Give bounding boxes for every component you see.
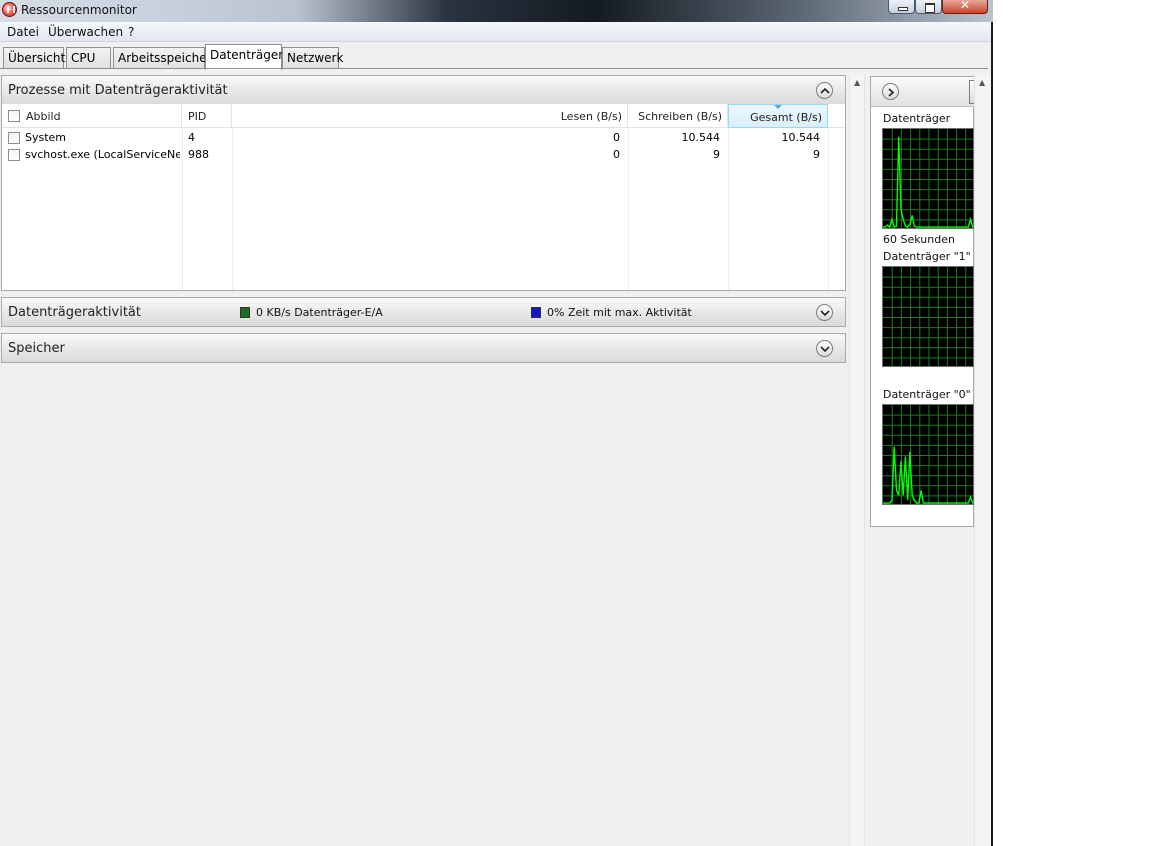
storage-section-header[interactable]: Speicher bbox=[1, 333, 846, 363]
toggle-graph-pane-button[interactable] bbox=[882, 83, 899, 100]
table-row[interactable]: System 4 0 10.544 10.544 bbox=[2, 129, 845, 146]
row-checkbox[interactable] bbox=[8, 132, 20, 144]
tab-overview[interactable]: Übersicht bbox=[3, 47, 65, 69]
graph-time-span: 60 Sekunden bbox=[883, 233, 955, 246]
graph-label-disk-1: Datenträger "1" (I bbox=[883, 250, 982, 263]
expand-button[interactable] bbox=[816, 304, 833, 321]
column-header-write[interactable]: Schreiben (B/s) bbox=[628, 104, 728, 128]
cell-total: 10.544 bbox=[781, 131, 821, 144]
column-header-read[interactable]: Lesen (B/s) bbox=[232, 104, 628, 128]
menu-help[interactable]: ? bbox=[128, 25, 134, 39]
tab-disk[interactable]: Datenträger bbox=[205, 44, 283, 70]
graph-disk bbox=[882, 128, 974, 229]
expand-button[interactable] bbox=[816, 340, 833, 357]
graph-pane-scrollbar[interactable]: ▲ bbox=[974, 74, 991, 846]
cell-pid: 988 bbox=[188, 148, 209, 161]
graph-disk-1 bbox=[882, 266, 974, 367]
graph-label-disk-0: Datenträger "0" (C bbox=[883, 388, 987, 401]
main-scrollbar[interactable]: ▲ bbox=[849, 74, 865, 846]
cell-image: svchost.exe (LocalServiceNet... bbox=[25, 148, 180, 161]
processes-table: Abbild PID Lesen (B/s) Schreiben (B/s) G… bbox=[1, 104, 846, 291]
minimize-button[interactable] bbox=[888, 0, 915, 14]
tab-memory[interactable]: Arbeitsspeicher bbox=[113, 47, 212, 69]
processes-section-header[interactable]: Prozesse mit Datenträgeraktivität bbox=[1, 75, 846, 105]
storage-section-title: Speicher bbox=[8, 341, 65, 356]
collapse-button[interactable] bbox=[816, 82, 833, 99]
window-title: Ressourcenmonitor bbox=[21, 3, 137, 17]
legend-swatch-io bbox=[240, 307, 250, 318]
legend-swatch-active-time bbox=[531, 307, 541, 318]
chevron-down-icon bbox=[820, 310, 830, 317]
sort-descending-icon bbox=[774, 105, 782, 109]
chevron-right-icon bbox=[888, 88, 895, 97]
cell-pid: 4 bbox=[188, 131, 195, 144]
tab-bar: Übersicht CPU Arbeitsspeicher Datenträge… bbox=[0, 42, 991, 70]
graph-label-disk: Datenträger bbox=[883, 112, 951, 125]
column-header-image[interactable]: Abbild bbox=[2, 104, 182, 128]
disk-activity-section-header[interactable]: Datenträgeraktivität 0 KB/s Datenträger-… bbox=[1, 297, 846, 327]
table-header: Abbild PID Lesen (B/s) Schreiben (B/s) G… bbox=[2, 104, 845, 128]
tab-divider bbox=[0, 68, 988, 69]
tab-network[interactable]: Netzwerk bbox=[282, 47, 343, 69]
resource-monitor-window: Ressourcenmonitor ✕ Datei Überwachen ? Ü… bbox=[0, 0, 993, 846]
select-all-checkbox[interactable] bbox=[8, 110, 20, 122]
cell-read: 0 bbox=[613, 148, 620, 161]
graph-disk-0 bbox=[882, 404, 974, 505]
legend-active-time-text: 0% Zeit mit max. Aktivität bbox=[547, 306, 692, 319]
menu-monitor[interactable]: Überwachen bbox=[48, 25, 123, 39]
row-checkbox[interactable] bbox=[8, 149, 20, 161]
title-bar: Ressourcenmonitor ✕ bbox=[0, 0, 993, 22]
tab-cpu[interactable]: CPU bbox=[66, 47, 111, 69]
maximize-button[interactable] bbox=[915, 0, 942, 14]
column-header-total[interactable]: Gesamt (B/s) bbox=[728, 104, 828, 128]
legend-io-text: 0 KB/s Datenträger-E/A bbox=[256, 306, 383, 319]
menu-file[interactable]: Datei bbox=[7, 25, 39, 39]
disk-activity-section-title: Datenträgeraktivität bbox=[8, 305, 141, 320]
chevron-up-icon bbox=[820, 87, 830, 94]
chevron-down-icon bbox=[820, 346, 830, 353]
cell-total: 9 bbox=[813, 148, 820, 161]
graph-pane: Datenträger 60 Sekunden Datenträger "1" … bbox=[866, 74, 991, 846]
graph-panel: Datenträger 60 Sekunden Datenträger "1" … bbox=[870, 76, 986, 527]
column-header-pid[interactable]: PID bbox=[182, 104, 232, 128]
menu-bar: Datei Überwachen ? bbox=[0, 22, 991, 42]
cell-write: 9 bbox=[713, 148, 720, 161]
scroll-up-icon[interactable]: ▲ bbox=[854, 78, 860, 87]
close-icon: ✕ bbox=[959, 0, 971, 12]
app-icon bbox=[2, 2, 17, 17]
scroll-up-icon[interactable]: ▲ bbox=[979, 78, 985, 87]
graph-panel-header bbox=[871, 77, 977, 107]
table-row[interactable]: svchost.exe (LocalServiceNet... 988 0 9 … bbox=[2, 146, 845, 163]
processes-section-title: Prozesse mit Datenträgeraktivität bbox=[8, 83, 228, 98]
close-button[interactable]: ✕ bbox=[942, 0, 988, 14]
cell-image: System bbox=[25, 131, 67, 144]
cell-read: 0 bbox=[613, 131, 620, 144]
cell-write: 10.544 bbox=[681, 131, 721, 144]
